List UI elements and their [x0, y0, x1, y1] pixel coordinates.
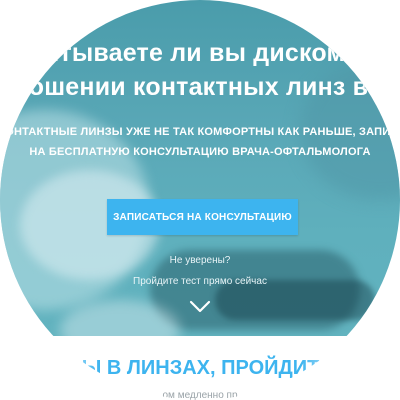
hero-headline: Испытываете ли вы дискомфорт: [0, 39, 400, 67]
hero-subheadline: на бесплатную консультацию врача-офтальм…: [29, 146, 371, 158]
circular-viewport: Испытываете ли вы дискомфорт при ношении…: [0, 0, 400, 400]
chevron-down-icon[interactable]: [188, 298, 212, 316]
page: Испытываете ли вы дискомфорт при ношении…: [0, 0, 400, 400]
hero-section: Испытываете ли вы дискомфорт при ношении…: [0, 0, 400, 336]
hero-headline: при ношении контактных линз в конце дня?: [0, 73, 400, 101]
edge-fade: [40, 350, 100, 400]
hero-content: Испытываете ли вы дискомфорт при ношении…: [0, 0, 400, 336]
edge-fade: [300, 350, 360, 400]
hero-subheadline: Ваши контактные линзы уже не так комфорт…: [0, 126, 400, 138]
take-test-link[interactable]: Пройдите тест прямо сейчас: [0, 276, 400, 287]
book-consultation-button[interactable]: Записаться на консультацию: [107, 199, 298, 235]
unsure-text: Не уверены?: [169, 255, 231, 266]
